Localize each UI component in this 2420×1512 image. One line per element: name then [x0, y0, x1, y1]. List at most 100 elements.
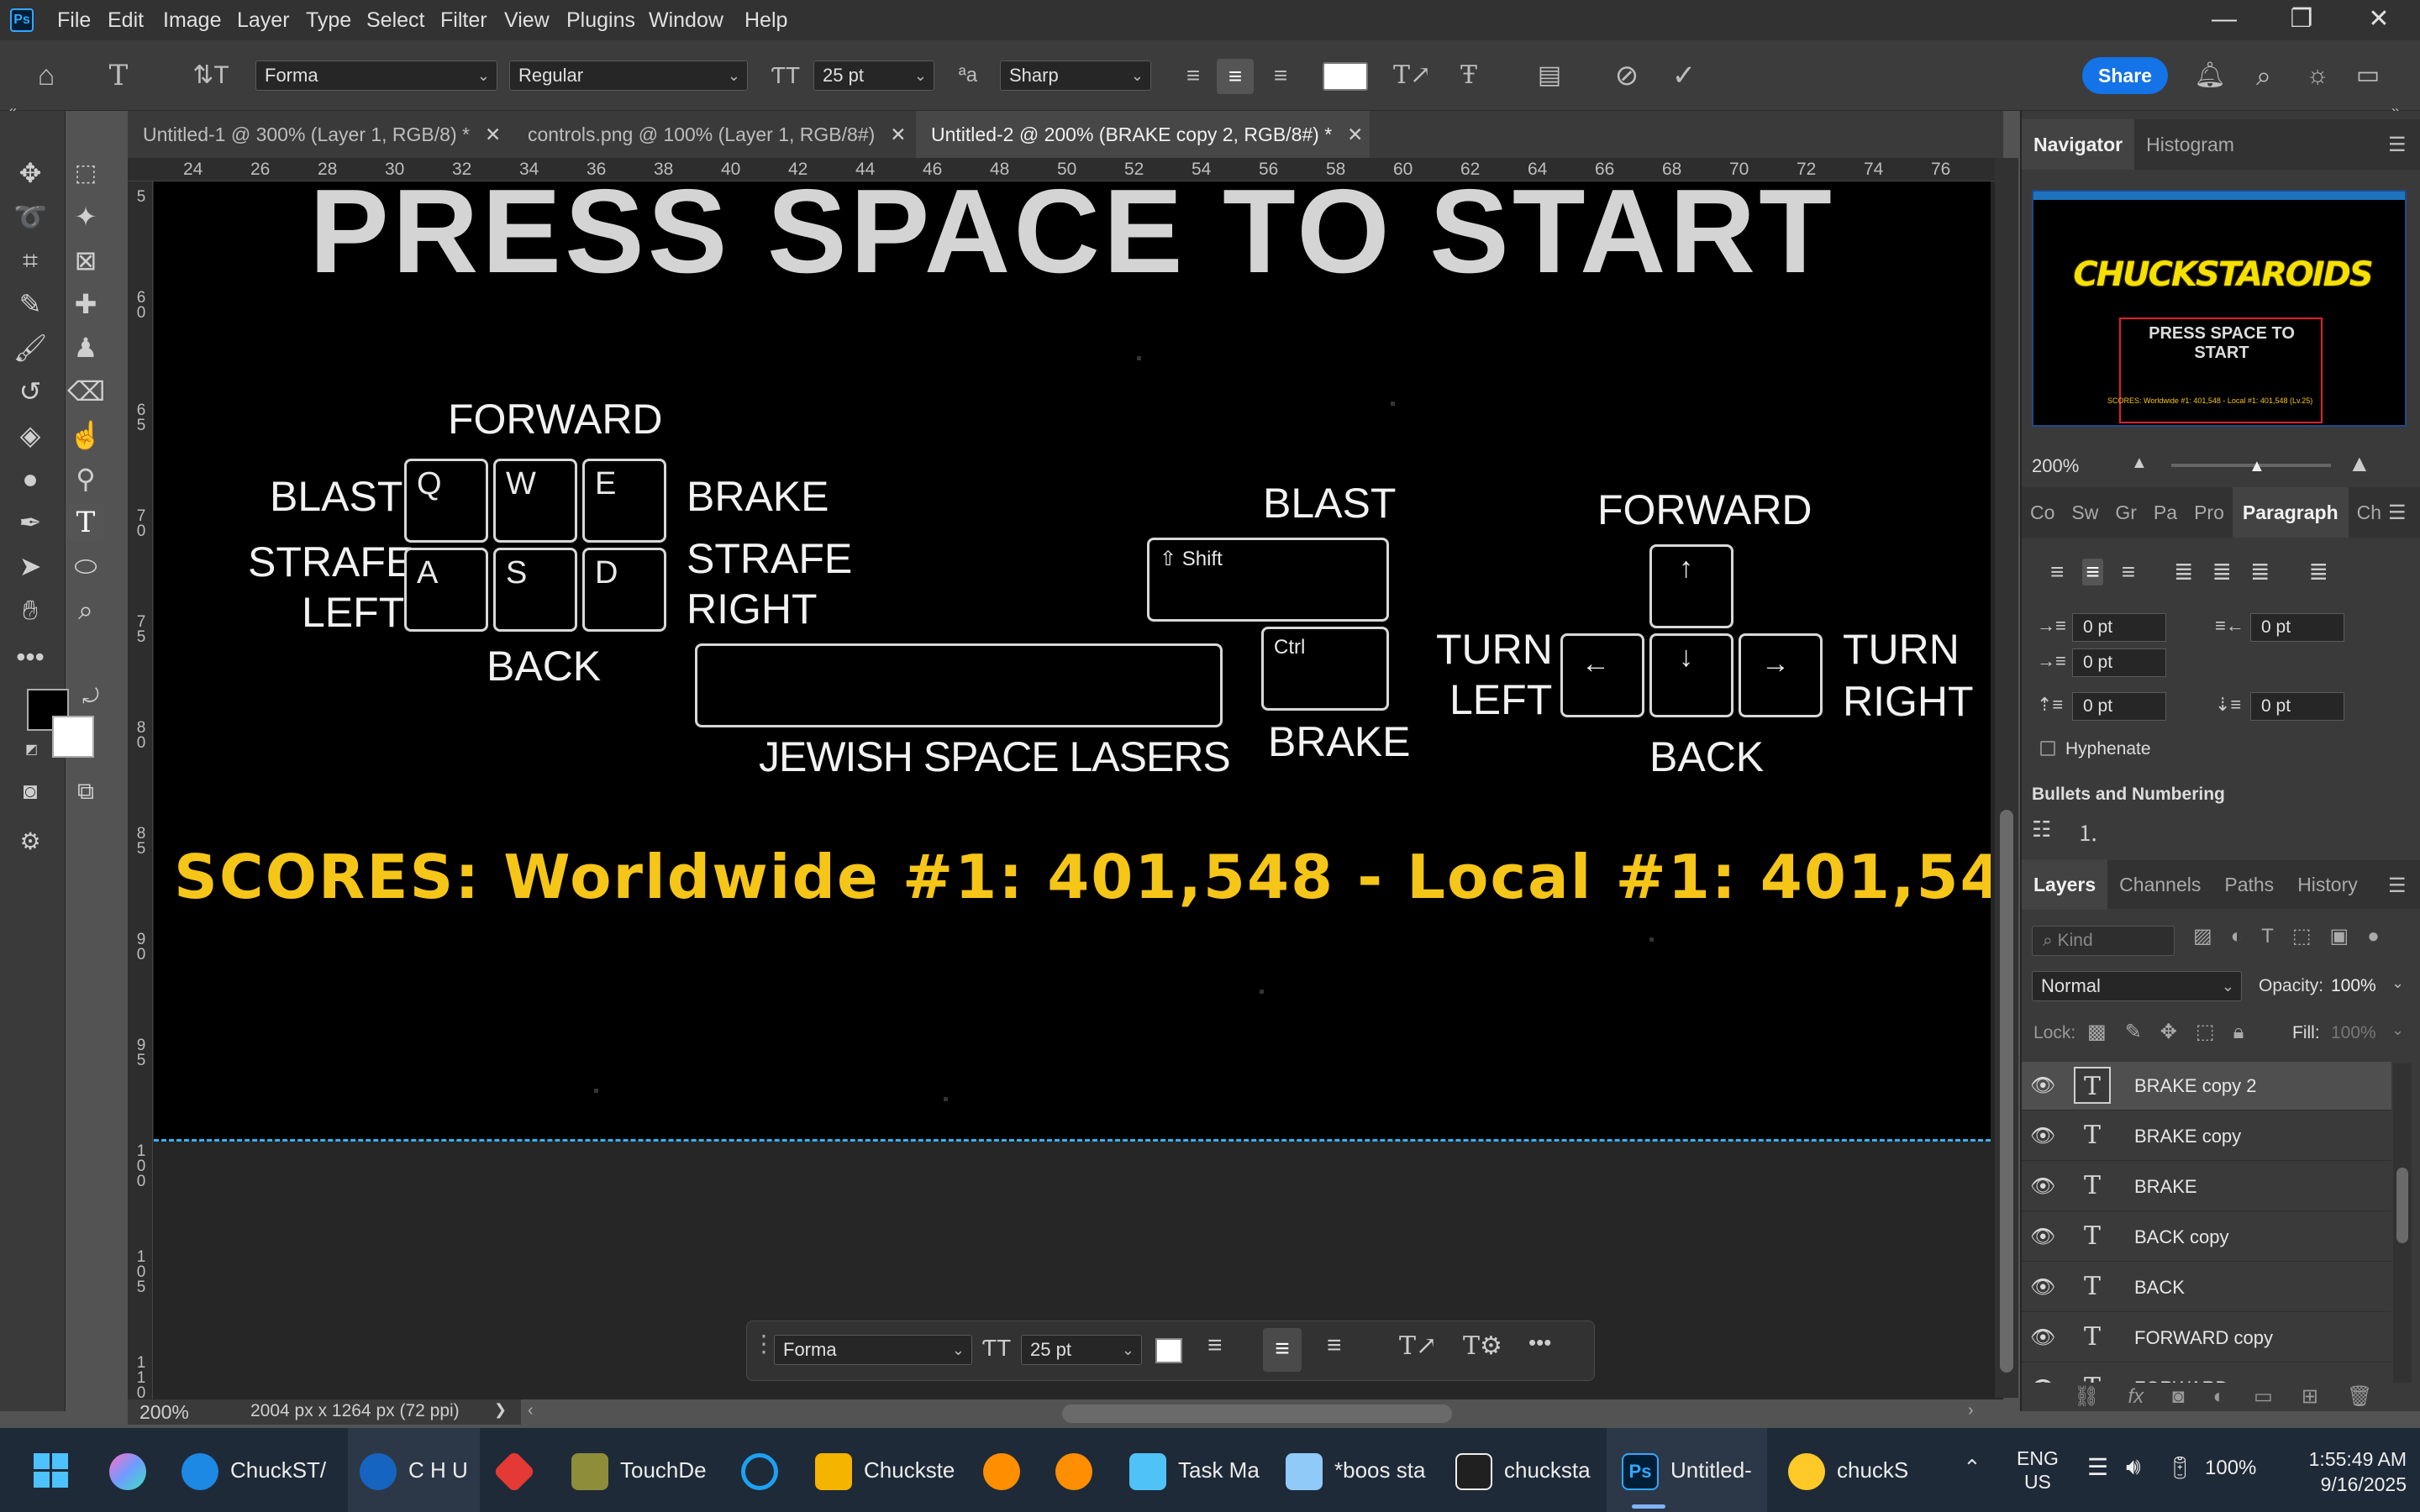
- tab-navigator[interactable]: Navigator: [2022, 119, 2135, 170]
- swap-colors-icon[interactable]: ⤾: [82, 685, 99, 709]
- tab-histogram[interactable]: Histogram: [2134, 119, 2246, 170]
- eyedropper-tool-icon[interactable]: ✎: [12, 286, 49, 323]
- menu-select[interactable]: Select: [366, 0, 424, 40]
- hand-tool-icon[interactable]: ✋︎: [12, 591, 49, 628]
- tab-controls-png[interactable]: controls.png @ 100% (Layer 1, RGB/8#) ✕: [513, 111, 908, 158]
- layer-row-brake-copy[interactable]: 👁︎ T BRAKE copy: [2022, 1112, 2391, 1161]
- navigator-zoom-slider-thumb[interactable]: ▲: [2249, 457, 2265, 476]
- label-blast-left[interactable]: BLAST: [270, 472, 402, 521]
- space-before-field[interactable]: 0 pt: [2072, 692, 2166, 721]
- tab-untitled-2[interactable]: Untitled-2 @ 200% (BRAKE copy 2, RGB/8#)…: [916, 111, 1370, 158]
- 3d-text-icon[interactable]: Ŧ: [1450, 40, 1487, 111]
- visibility-eye-icon[interactable]: 👁︎: [2030, 1326, 2055, 1350]
- layer-name[interactable]: FORWARD: [2134, 1364, 2228, 1383]
- navigator-preview[interactable]: CHUCKSTAROIDS PRESS SPACE TO START SCORE…: [2032, 190, 2407, 427]
- ctx-font-family-dropdown[interactable]: Forma ⌄: [774, 1335, 972, 1365]
- lock-position-icon[interactable]: ✥: [2160, 1020, 2177, 1044]
- taskbar-item-python[interactable]: chuckS: [1788, 1428, 1908, 1512]
- space-after-field[interactable]: 0 pt: [2250, 692, 2344, 721]
- panel-menu-icon[interactable]: ☰: [2388, 501, 2407, 525]
- zoom-in-icon[interactable]: ▲: [2348, 450, 2371, 477]
- visibility-eye-icon[interactable]: 👁︎: [2030, 1275, 2055, 1299]
- horizontal-scrollbar-thumb[interactable]: [1062, 1404, 1452, 1423]
- menu-type[interactable]: Type: [306, 0, 351, 40]
- label-strafe-left-1[interactable]: STRAFE: [248, 538, 413, 586]
- cancel-edits-icon[interactable]: ⊘: [1608, 40, 1645, 111]
- label-brake-middle[interactable]: BRAKE: [1268, 717, 1411, 766]
- notifications-bell-icon[interactable]: 🔔︎: [2191, 40, 2228, 111]
- numbered-list-icon[interactable]: ⒈: [2077, 816, 2099, 848]
- filter-type-icon[interactable]: T: [2261, 925, 2274, 948]
- type-tool-icon[interactable]: T: [67, 504, 104, 541]
- commit-edits-icon[interactable]: ✓: [1665, 40, 1702, 111]
- language-indicator[interactable]: ENG US: [2017, 1446, 2059, 1494]
- frame-tool-icon[interactable]: ⊠: [67, 242, 104, 279]
- search-icon[interactable]: ⌕: [2245, 40, 2282, 111]
- layer-effects-icon[interactable]: fx: [2128, 1385, 2144, 1409]
- ctx-align-right-icon[interactable]: ≡: [1327, 1331, 1342, 1360]
- home-icon[interactable]: ⌂: [25, 40, 67, 111]
- windows-start-icon[interactable]: [34, 1453, 69, 1488]
- fill-value[interactable]: 100%: [2331, 1023, 2376, 1043]
- label-brake-left[interactable]: BRAKE: [687, 472, 829, 521]
- font-style-dropdown[interactable]: Regular ⌄: [509, 60, 748, 91]
- taskbar-item-app-red[interactable]: [492, 1428, 541, 1512]
- path-selection-tool-icon[interactable]: ➤: [12, 548, 49, 585]
- indent-first-line-field[interactable]: 0 pt: [2072, 648, 2166, 677]
- menu-help[interactable]: Help: [744, 0, 787, 40]
- character-panel-icon[interactable]: ▤: [1531, 40, 1568, 111]
- restore-window-button[interactable]: ❐: [2272, 0, 2331, 40]
- tab-channels[interactable]: Channels: [2107, 859, 2212, 910]
- scroll-left-icon[interactable]: ‹: [528, 1401, 534, 1420]
- align-center-button[interactable]: ≡: [1217, 59, 1254, 94]
- warp-text-icon[interactable]: T↗: [1393, 40, 1431, 111]
- zoom-tool-icon[interactable]: ⌕: [67, 591, 104, 628]
- menu-plugins[interactable]: Plugins: [566, 0, 635, 40]
- close-icon[interactable]: ✕: [890, 123, 906, 146]
- close-icon[interactable]: ✕: [485, 123, 501, 146]
- label-forward-left[interactable]: FORWARD: [448, 395, 663, 444]
- link-layers-icon[interactable]: ⛓: [2074, 1384, 2099, 1409]
- label-forward-right[interactable]: FORWARD: [1597, 486, 1812, 534]
- tab-character[interactable]: Ch: [2349, 487, 2390, 538]
- ctx-more-icon[interactable]: •••: [1528, 1330, 1551, 1356]
- panel-menu-icon[interactable]: ☰: [2388, 133, 2407, 157]
- menu-view[interactable]: View: [504, 0, 550, 40]
- magic-wand-tool-icon[interactable]: ✦: [67, 198, 104, 235]
- hyphenate-checkbox[interactable]: [2040, 741, 2055, 756]
- lock-pixels-icon[interactable]: ✎: [2125, 1020, 2142, 1044]
- tab-patterns[interactable]: Pa: [2145, 487, 2186, 538]
- ctx-align-center-icon[interactable]: ≡: [1263, 1328, 1302, 1372]
- tab-gradients[interactable]: Gr: [2107, 487, 2145, 538]
- tab-layers[interactable]: Layers: [2022, 859, 2108, 910]
- para-align-center-icon[interactable]: ≡: [2082, 558, 2103, 585]
- indent-right-field[interactable]: 0 pt: [2250, 613, 2344, 642]
- taskbar-item-game[interactable]: chucksta: [1455, 1428, 1591, 1512]
- ctx-text-color-swatch[interactable]: [1155, 1338, 1182, 1363]
- ctx-align-left-icon[interactable]: ≡: [1207, 1331, 1223, 1360]
- layer-row-forward-copy[interactable]: 👁︎ T FORWARD copy: [2022, 1314, 2391, 1362]
- label-turn-right-1[interactable]: TURN: [1843, 625, 1960, 674]
- label-turn-right-2[interactable]: RIGHT: [1843, 677, 1974, 726]
- layer-row-back-copy[interactable]: 👁︎ T BACK copy: [2022, 1213, 2391, 1262]
- new-layer-icon[interactable]: ⊞: [2302, 1384, 2318, 1409]
- clock[interactable]: 1:55:49 AM 9/16/2025: [2281, 1446, 2407, 1497]
- align-left-icon[interactable]: ≡: [1176, 40, 1210, 111]
- marquee-tool-icon[interactable]: ⬚: [67, 155, 104, 192]
- blend-mode-dropdown[interactable]: Normal ⌄: [2032, 971, 2242, 1001]
- press-space-headline[interactable]: PRESS SPACE TO START: [154, 181, 1991, 307]
- zoom-blur-icon[interactable]: ⚲: [67, 460, 104, 497]
- ctx-text-options-icon[interactable]: T⚙: [1463, 1331, 1502, 1361]
- visibility-eye-icon[interactable]: 👁︎: [2030, 1124, 2055, 1148]
- visibility-eye-icon[interactable]: 👁︎: [2030, 1225, 2055, 1249]
- layer-filter-kind[interactable]: ⌕ Kind: [2032, 926, 2175, 956]
- bullet-list-icon[interactable]: ☷: [2032, 816, 2051, 843]
- align-right-icon[interactable]: ≡: [1264, 40, 1297, 111]
- label-strafe-left-2[interactable]: LEFT: [302, 588, 404, 637]
- label-strafe-right-2[interactable]: RIGHT: [687, 585, 818, 633]
- delete-layer-icon[interactable]: 🗑︎: [2347, 1384, 2372, 1409]
- zoom-out-icon[interactable]: ▲: [2131, 454, 2148, 473]
- layer-row-brake-copy-2[interactable]: 👁︎ T BRAKE copy 2: [2022, 1062, 2391, 1110]
- battery-icon[interactable]: 🔋︎: [2166, 1455, 2194, 1481]
- tab-properties[interactable]: Pro: [2186, 487, 2233, 538]
